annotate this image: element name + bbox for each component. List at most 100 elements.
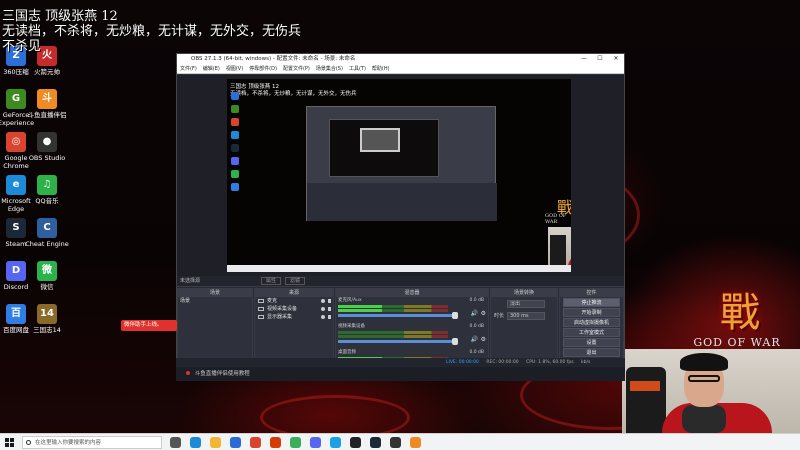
transition-type-select[interactable]: 淡出: [507, 300, 545, 308]
taskbar-office-icon[interactable]: [270, 437, 281, 448]
channel-db: 0.0 dB: [469, 350, 484, 355]
text-source-icon: [258, 299, 264, 303]
menu-profile[interactable]: 配置文件(P): [283, 64, 310, 73]
windows-taskbar: 在这里输入你要搜索的内容: [0, 433, 800, 450]
source-label: 麦克: [267, 298, 278, 304]
taskbar-task-view-icon[interactable]: [170, 437, 181, 448]
rec-status: REC: 00:00:00: [486, 360, 519, 365]
preview-icon: [231, 144, 239, 152]
source-label: 显示器采集: [267, 314, 293, 320]
minimize-button[interactable]: —: [576, 54, 592, 64]
settings-button[interactable]: 设置: [563, 338, 620, 347]
preview-canvas[interactable]: 三国志 顶级张燕 12 无读档，不杀将，无炒粮，无计谋，无外交，无伤兵 戰 GO…: [227, 79, 571, 272]
app-icon: 微: [37, 261, 57, 281]
eye-icon[interactable]: [321, 315, 325, 319]
taskbar-explorer-icon[interactable]: [210, 437, 221, 448]
preview-nested-obs: [306, 106, 497, 221]
duration-input[interactable]: 300 ms: [507, 312, 545, 320]
taskbar-discord-icon[interactable]: [310, 437, 321, 448]
maximize-button[interactable]: ☐: [592, 54, 608, 64]
taskbar-chrome-icon[interactable]: [250, 437, 261, 448]
taskbar-obs2-icon[interactable]: [390, 437, 401, 448]
eye-icon[interactable]: [321, 299, 325, 303]
gear-icon[interactable]: ⚙: [481, 336, 486, 343]
scenes-title: 场景: [178, 289, 252, 297]
menu-file[interactable]: 文件(F): [180, 64, 197, 73]
obs-status-bar: LIVE: 00:00:00 REC: 00:00:00 CPU: 1.8%, …: [176, 358, 625, 367]
gear-icon[interactable]: ⚙: [481, 310, 486, 317]
preview-icon: [231, 131, 239, 139]
volume-meter: [338, 335, 448, 338]
volume-meter: [338, 309, 448, 312]
exit-button[interactable]: 退出: [563, 348, 620, 357]
taskbar-edge-icon[interactable]: [190, 437, 201, 448]
menu-docks[interactable]: 停靠部件(D): [249, 64, 277, 73]
desktop-icon[interactable]: C Cheat Engine: [25, 218, 69, 248]
preview-icon: [231, 170, 239, 178]
volume-slider[interactable]: [338, 312, 458, 319]
taskbar-steam-icon[interactable]: [370, 437, 381, 448]
scene-item[interactable]: 场景: [178, 297, 252, 305]
webcam-hair: [680, 353, 728, 371]
source-item[interactable]: 显示器采集: [255, 313, 333, 321]
speaker-icon[interactable]: 🔊: [471, 336, 478, 343]
obs-title-text: OBS 27.1.3 (64-bit, windows) - 配置文件: 未命名…: [191, 56, 356, 62]
taskbar-chrome2-icon[interactable]: [290, 437, 301, 448]
taskbar-douyu-icon[interactable]: [410, 437, 421, 448]
app-icon: 14: [37, 304, 57, 324]
transition-duration-row: 时长 300 ms: [491, 311, 557, 321]
lock-icon[interactable]: [328, 315, 331, 319]
start-recording-button[interactable]: 开始录制: [563, 308, 620, 317]
lock-icon[interactable]: [328, 299, 331, 303]
app-icon: ♫: [37, 175, 57, 195]
desktop-icon[interactable]: 14 三国志14: [25, 304, 69, 334]
slider-handle[interactable]: [452, 312, 458, 319]
taskbar-qq-icon[interactable]: [330, 437, 341, 448]
obs-preview-area[interactable]: 三国志 顶级张燕 12 无读档，不杀将，无炒粮，无计谋，无外交，无伤兵 戰 GO…: [177, 75, 624, 276]
taskbar-obs-icon[interactable]: [350, 437, 361, 448]
close-button[interactable]: ✕: [608, 54, 624, 64]
slider-handle[interactable]: [452, 338, 458, 345]
stop-streaming-button[interactable]: 停止推流: [563, 298, 620, 307]
desktop-icon[interactable]: 微微信: [25, 261, 69, 291]
source-item[interactable]: 麦克: [255, 297, 333, 305]
webcam-chair-stripe: [630, 381, 660, 391]
eye-icon[interactable]: [321, 307, 325, 311]
menu-edit[interactable]: 编辑(E): [203, 64, 220, 73]
art-god-of-war: GOD OF WAR: [693, 336, 781, 349]
taskbar-store-icon[interactable]: [230, 437, 241, 448]
volume-slider[interactable]: [338, 338, 458, 345]
filters-button[interactable]: 滤镜: [285, 277, 306, 285]
source-item[interactable]: 视频采集设备: [255, 305, 333, 313]
preview-icon: [231, 157, 239, 165]
virtual-camera-button[interactable]: 启动虚拟摄像机: [563, 318, 620, 327]
taskbar-search-input[interactable]: 在这里输入你要搜索的内容: [22, 436, 162, 449]
desktop-icon-label: 微信: [40, 283, 54, 291]
art-zhan-glyph: 戰: [720, 290, 760, 336]
studio-mode-button[interactable]: 工作室模式: [563, 328, 620, 337]
nested-docks: [307, 183, 497, 221]
windows-start-icon[interactable]: [5, 438, 14, 447]
menu-scene-collection[interactable]: 场景集合(S): [316, 64, 343, 73]
menu-help[interactable]: 帮助(H): [372, 64, 390, 73]
menu-view[interactable]: 视图(V): [226, 64, 243, 73]
nested-preview: [329, 119, 439, 177]
speaker-icon[interactable]: 🔊: [471, 310, 478, 317]
preview-text-line-2: 无读档，不杀将，无炒粮，无计谋，无外交，无伤兵: [230, 91, 357, 97]
notification-bar[interactable]: 斗鱼直播伴侣使用教程: [176, 367, 625, 381]
obs-window: OBS 27.1.3 (64-bit, windows) - 配置文件: 未命名…: [176, 53, 625, 381]
desktop-icon[interactable]: ● OBS Studio: [25, 132, 69, 162]
assistant-floating-button[interactable]: 微伴助手上线。: [121, 320, 177, 331]
obs-title-bar[interactable]: OBS 27.1.3 (64-bit, windows) - 配置文件: 未命名…: [177, 54, 624, 64]
properties-button[interactable]: 属性: [261, 277, 282, 285]
desktop-icon[interactable]: 斗斗鱼直播伴侣: [25, 89, 69, 119]
lock-icon[interactable]: [328, 307, 331, 311]
channel-name: 麦克风/Aux: [338, 298, 362, 303]
menu-tools[interactable]: 工具(T): [349, 64, 366, 73]
mixer-title: 混音器: [336, 289, 488, 297]
desktop-icon[interactable]: ♫ QQ音乐: [25, 175, 69, 205]
app-icon: G: [6, 89, 26, 109]
app-icon: ●: [37, 132, 57, 152]
desktop-icon-label: 三国志14: [33, 326, 61, 334]
desktop-icon-label: 斗鱼直播伴侣: [27, 111, 67, 119]
